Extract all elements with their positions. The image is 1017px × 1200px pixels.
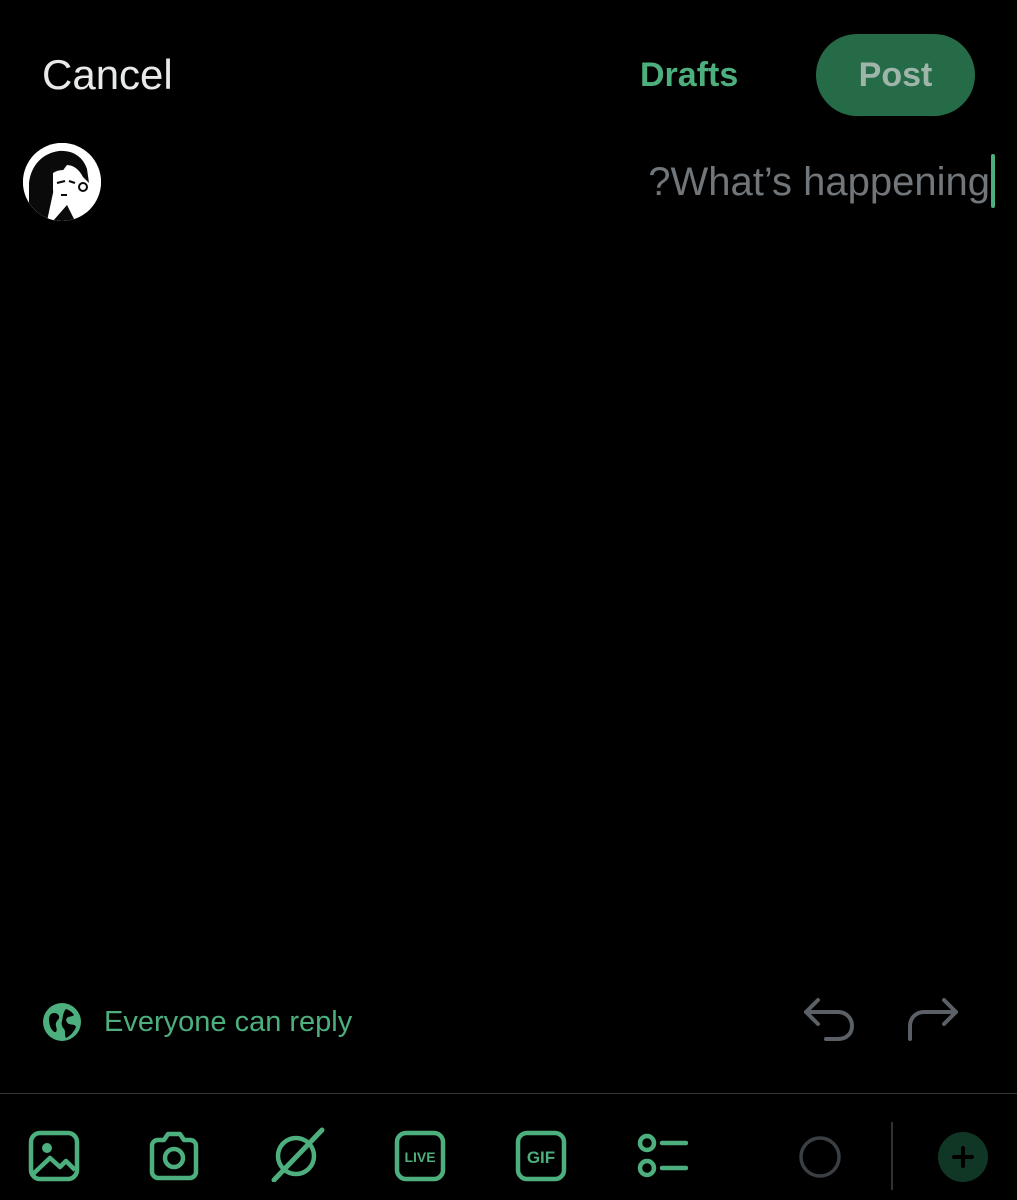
text-caret (991, 154, 995, 208)
avatar[interactable] (23, 143, 101, 221)
compose-input[interactable]: ?What’s happening (120, 152, 990, 212)
character-count-ring-icon (799, 1136, 841, 1178)
svg-text:GIF: GIF (527, 1148, 555, 1167)
toolbar-separator (891, 1122, 893, 1190)
poll-button[interactable] (636, 1130, 688, 1182)
undo-icon[interactable] (800, 994, 858, 1046)
avatar-illustration (23, 143, 101, 221)
gif-button[interactable]: GIF (515, 1130, 567, 1182)
poll-icon (637, 1133, 688, 1178)
reply-settings-label: Everyone can reply (104, 1005, 353, 1038)
compose-placeholder: ?What’s happening (648, 160, 990, 204)
image-button[interactable] (28, 1130, 80, 1182)
add-post-button[interactable] (938, 1132, 988, 1182)
camera-icon (149, 1131, 199, 1181)
svg-text:LIVE: LIVE (404, 1149, 435, 1165)
live-button[interactable]: LIVE (394, 1130, 446, 1182)
globe-icon (43, 1003, 81, 1041)
cancel-button[interactable]: Cancel (42, 50, 173, 100)
plus-icon (952, 1146, 974, 1168)
toolbar-divider (0, 1093, 1017, 1094)
image-icon (28, 1130, 80, 1182)
post-button[interactable]: Post (816, 34, 975, 116)
grok-icon (271, 1127, 325, 1182)
gif-icon: GIF (515, 1130, 567, 1182)
live-icon: LIVE (394, 1130, 446, 1182)
grok-button[interactable] (270, 1126, 326, 1182)
camera-button[interactable] (148, 1130, 200, 1182)
drafts-button[interactable]: Drafts (640, 53, 738, 97)
reply-settings-button[interactable]: Everyone can reply (42, 1000, 352, 1044)
redo-icon[interactable] (904, 994, 962, 1046)
